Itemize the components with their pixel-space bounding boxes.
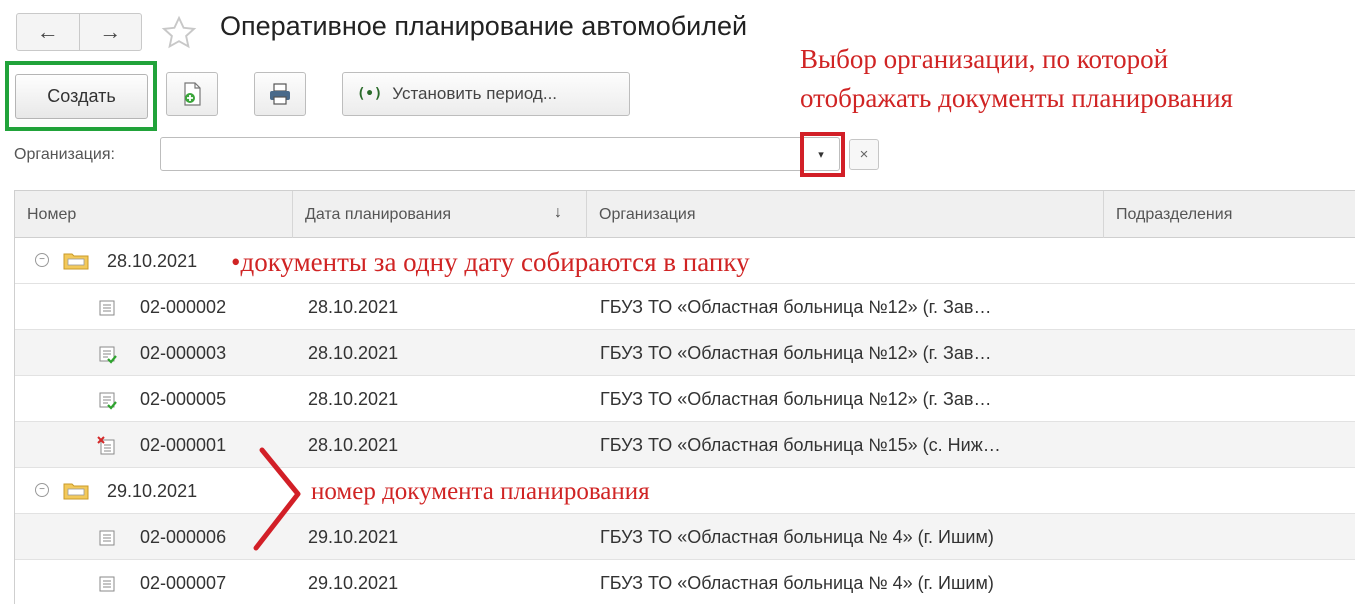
folder-icon [63, 253, 89, 270]
document-icon [99, 300, 115, 316]
document-posted-icon [99, 392, 117, 410]
period-icon: (•) [357, 86, 383, 102]
copy-button[interactable] [166, 72, 218, 116]
doc-date: 29.10.2021 [308, 526, 399, 547]
doc-number: 02-000007 [140, 572, 227, 593]
org-hint-line1: Выбор организации, по которой [800, 44, 1169, 74]
table-row[interactable]: 02-000003 28.10.2021 ГБУЗ ТО «Областная … [15, 330, 1355, 376]
column-date[interactable]: Дата планирования ↓ [292, 191, 586, 238]
group-row[interactable]: − 29.10.2021 [15, 468, 1355, 514]
set-period-label: Установить период... [392, 84, 558, 103]
collapse-toggle-icon[interactable]: − [35, 483, 49, 497]
column-date-label: Дата планирования [305, 205, 451, 223]
add-document-icon [184, 82, 201, 106]
doc-number: 02-000003 [140, 342, 227, 363]
document-posted-icon [99, 346, 117, 364]
document-icon [99, 530, 115, 546]
doc-date: 29.10.2021 [308, 572, 399, 593]
table-row[interactable]: 02-000007 29.10.2021 ГБУЗ ТО «Областная … [15, 560, 1355, 604]
doc-number: 02-000005 [140, 388, 227, 409]
history-nav: ← → [16, 13, 142, 51]
doc-date: 28.10.2021 [308, 296, 399, 317]
favorite-star-icon[interactable] [160, 14, 198, 52]
table-row[interactable]: 02-000005 28.10.2021 ГБУЗ ТО «Областная … [15, 376, 1355, 422]
org-filter-label: Организация: [14, 146, 115, 163]
org-filter-input[interactable] [160, 137, 840, 171]
org-hint-line2: отображать документы планирования [800, 83, 1233, 113]
column-organization[interactable]: Организация [586, 191, 1103, 238]
doc-organization: ГБУЗ ТО «Областная больница №12» (г. Зав… [600, 296, 992, 317]
folder-icon [63, 483, 89, 500]
folder-hint: •документы за одну дату собираются в пап… [231, 247, 750, 278]
doc-organization: ГБУЗ ТО «Областная больница №12» (г. Зав… [600, 388, 992, 409]
doc-number: 02-000006 [140, 526, 227, 547]
doc-number: 02-000002 [140, 296, 227, 317]
document-deleted-icon [97, 436, 115, 455]
document-icon [99, 576, 115, 592]
org-clear-button[interactable]: × [849, 139, 879, 170]
back-button[interactable]: ← [17, 14, 79, 50]
doc-organization: ГБУЗ ТО «Областная больница №15» (с. Ниж… [600, 434, 1001, 455]
column-department[interactable]: Подразделения [1103, 191, 1355, 238]
print-button[interactable] [254, 72, 306, 116]
sort-desc-icon: ↓ [554, 204, 562, 221]
doc-organization: ГБУЗ ТО «Областная больница №12» (г. Зав… [600, 342, 992, 363]
table-row[interactable]: 02-000002 28.10.2021 ГБУЗ ТО «Областная … [15, 284, 1355, 330]
dropdown-highlight-frame [800, 132, 845, 177]
create-highlight-frame [5, 61, 157, 131]
doc-organization: ГБУЗ ТО «Областная больница № 4» (г. Иши… [600, 572, 994, 593]
table-row[interactable]: 02-000006 29.10.2021 ГБУЗ ТО «Областная … [15, 514, 1355, 560]
forward-button[interactable]: → [78, 14, 142, 50]
annotation-bracket [253, 447, 301, 551]
doc-organization: ГБУЗ ТО «Областная больница № 4» (г. Иши… [600, 526, 994, 547]
folder-hint-text: документы за одну дату собираются в папк… [240, 247, 750, 277]
printer-icon [270, 83, 290, 105]
collapse-toggle-icon[interactable]: − [35, 253, 49, 267]
doc-date: 28.10.2021 [308, 342, 399, 363]
group-date-label: 28.10.2021 [107, 250, 198, 271]
doc-date: 28.10.2021 [308, 434, 399, 455]
group-date-label: 29.10.2021 [107, 480, 198, 501]
doc-number: 02-000001 [140, 434, 227, 455]
set-period-button[interactable]: (•) Установить период... [342, 72, 630, 116]
doc-date: 28.10.2021 [308, 388, 399, 409]
page-title: Оперативное планирование автомобилей [220, 11, 748, 41]
column-number[interactable]: Номер [15, 191, 292, 238]
table-header: Номер Дата планирования ↓ Организация По… [15, 190, 1355, 238]
number-hint: номер документа планирования [311, 478, 650, 505]
table-row[interactable]: 02-000001 28.10.2021 ГБУЗ ТО «Областная … [15, 422, 1355, 468]
